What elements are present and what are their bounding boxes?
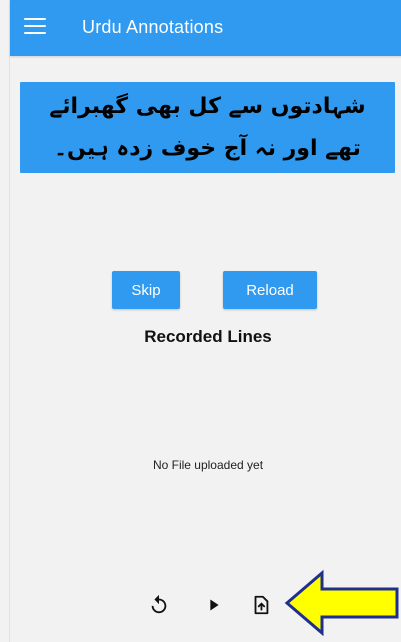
empty-state-message: No File uploaded yet	[152, 458, 264, 472]
file-upload-icon[interactable]	[250, 594, 272, 616]
recorded-lines-title: Recorded Lines	[144, 327, 272, 346]
annotation-text-card: شہادتوں سے کل بھی گھبرائے تھے اور نہ آج …	[20, 82, 395, 173]
app-screen: Urdu Annotations شہادتوں سے کل بھی گھبرا…	[9, 0, 401, 642]
arrow-left-icon	[284, 569, 399, 637]
app-bar: Urdu Annotations	[10, 0, 401, 56]
menu-icon[interactable]	[24, 18, 46, 34]
annotation-line-1: شہادتوں سے کل بھی گھبرائے	[49, 94, 366, 119]
replay-icon[interactable]	[148, 594, 170, 616]
skip-button[interactable]: Skip	[112, 271, 180, 309]
reload-button[interactable]: Reload	[223, 271, 317, 309]
play-icon[interactable]	[203, 594, 225, 616]
app-title: Urdu Annotations	[82, 17, 224, 37]
annotation-line-2: تھے اور نہ آج خوف زدہ ہیں۔	[54, 136, 361, 161]
